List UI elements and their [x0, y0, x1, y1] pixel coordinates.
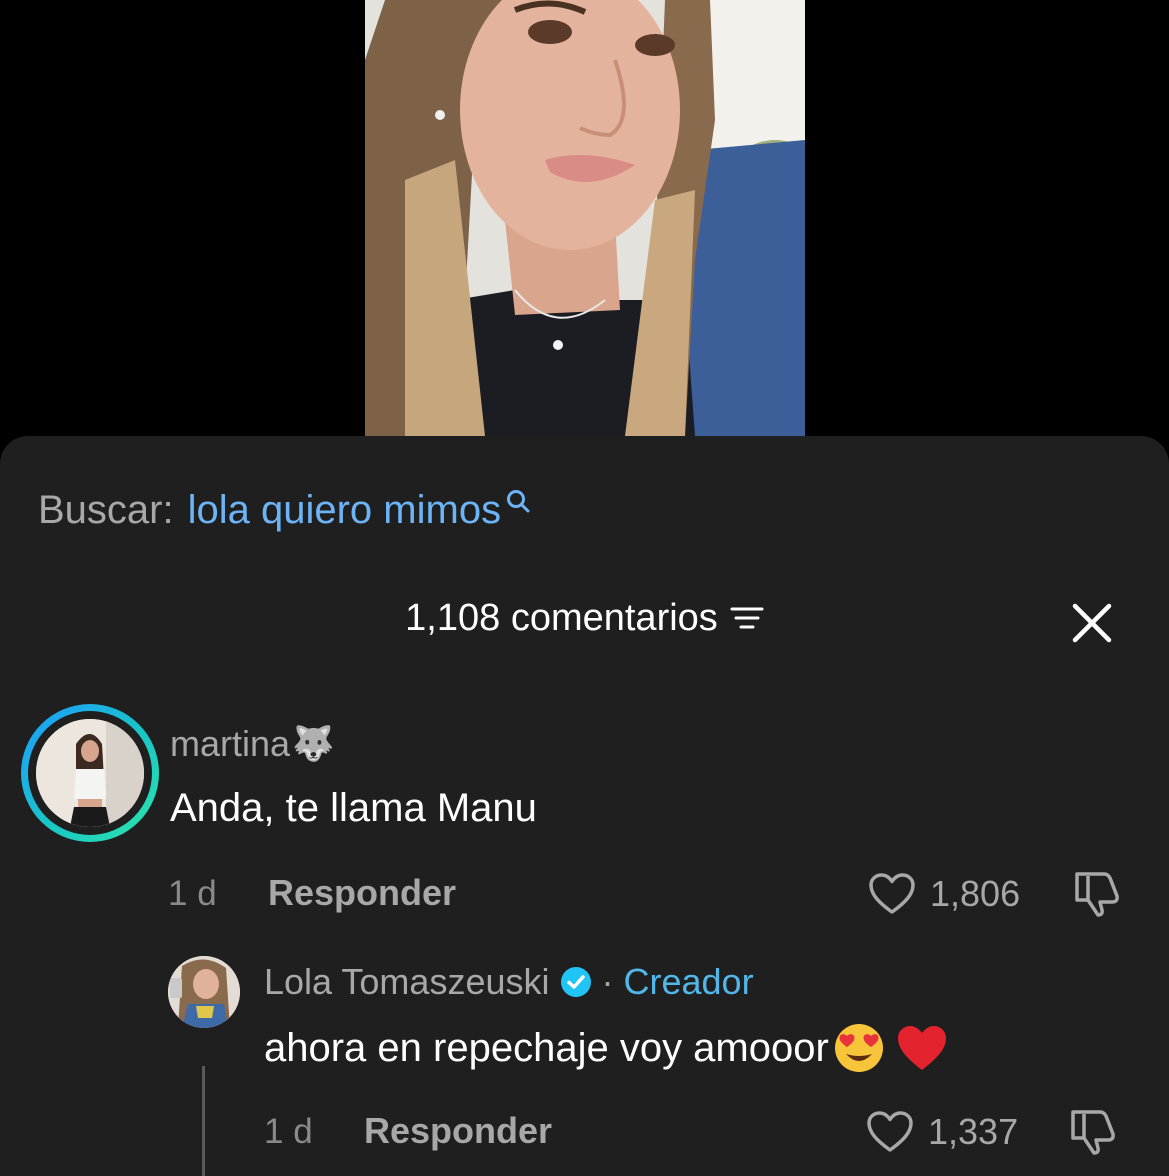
red-heart-emoji-icon — [897, 1026, 946, 1070]
comment-text: Anda, te llama Manu — [170, 786, 537, 830]
heart-eyes-emoji-icon — [834, 1024, 883, 1072]
search-suggestion[interactable]: Buscar: lola quiero mimos — [38, 488, 531, 532]
heart-outline-icon — [867, 1111, 913, 1152]
comment-username[interactable]: martina 🐺 — [170, 722, 334, 766]
video-thumbnail[interactable] — [365, 0, 805, 436]
search-icon — [507, 490, 530, 513]
reply-text: ahora en repechaje voy amooor — [264, 1026, 829, 1070]
reply-avatar[interactable] — [168, 956, 240, 1028]
reply-like-button[interactable]: 1,337 — [866, 1110, 1018, 1154]
dislike-icon[interactable] — [1068, 1106, 1118, 1156]
reply-avatar-photo — [168, 956, 240, 1028]
comments-sheet: Buscar: lola quiero mimos 1,108 comentar… — [0, 436, 1169, 1176]
avatar-image — [36, 719, 144, 827]
close-icon[interactable] — [1067, 598, 1117, 648]
thread-line — [202, 1066, 205, 1176]
like-button[interactable]: 1,806 — [868, 872, 1020, 916]
comment-time: 1 d — [168, 874, 217, 913]
video-area[interactable] — [0, 0, 1169, 440]
comments-header: 1,108 comentarios — [0, 596, 1169, 640]
reply-text-row: ahora en repechaje voy amooor — [264, 1022, 949, 1074]
reply-username-row: Lola Tomaszeuski · Creador — [264, 960, 754, 1004]
like-count: 1,806 — [930, 873, 1021, 914]
wolf-emoji-icon: 🐺 — [292, 725, 335, 763]
reply-reply-button[interactable]: Responder — [364, 1111, 552, 1151]
reply-like-count: 1,337 — [928, 1111, 1019, 1152]
dislike-icon[interactable] — [1072, 868, 1122, 918]
separator-dot: · — [601, 961, 614, 1002]
username-text: martina — [170, 723, 291, 764]
search-prefix-label: Buscar: — [38, 488, 174, 532]
video-frame-image — [365, 0, 805, 436]
reply-time: 1 d — [264, 1112, 313, 1151]
avatar-photo — [36, 719, 144, 827]
verified-badge-icon — [560, 967, 591, 997]
comment-avatar[interactable] — [21, 704, 159, 842]
search-term-link[interactable]: lola quiero mimos — [188, 488, 501, 532]
heart-outline-icon — [869, 873, 915, 914]
reply-button[interactable]: Responder — [268, 873, 456, 913]
creator-label: Creador — [623, 961, 754, 1002]
filter-lines-icon[interactable] — [730, 604, 764, 632]
reply-username[interactable]: Lola Tomaszeuski — [264, 960, 550, 1004]
comment-count-label: 1,108 comentarios — [405, 597, 718, 639]
